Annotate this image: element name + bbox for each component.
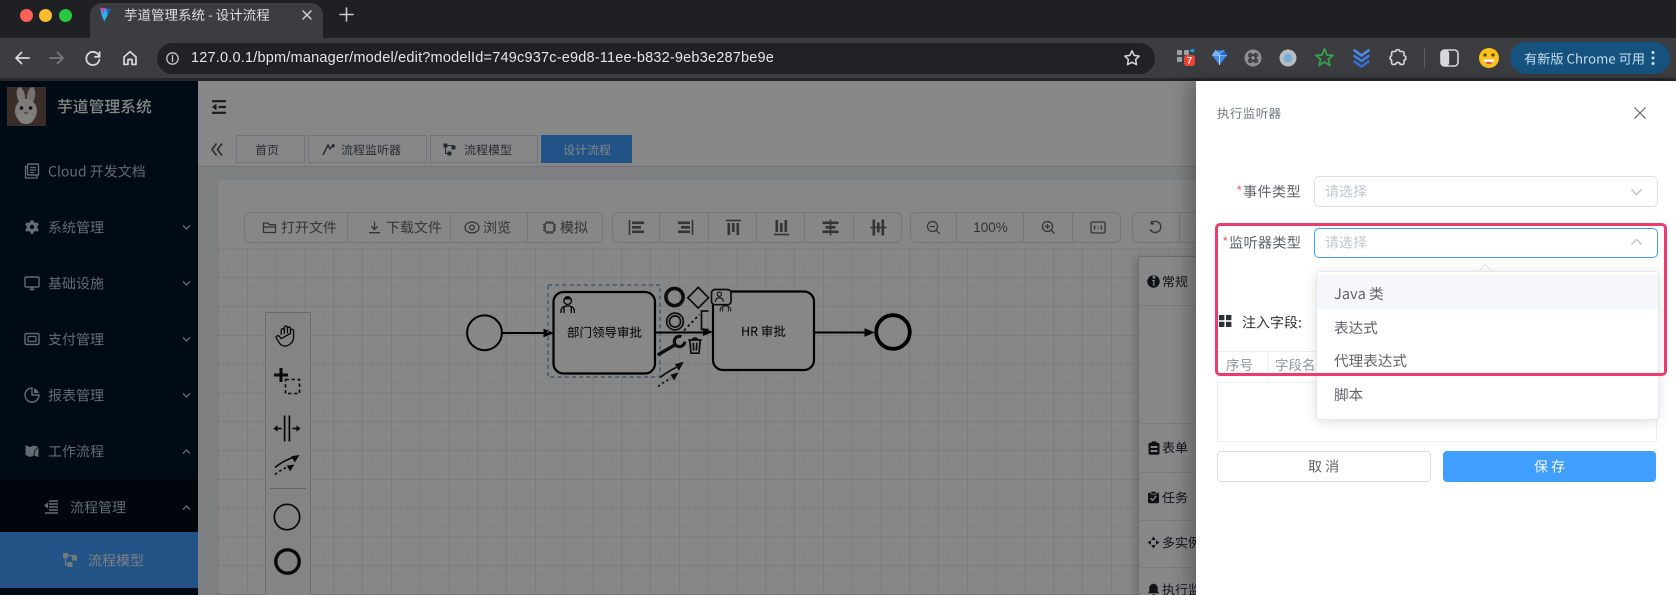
svg-text:7: 7 <box>1187 56 1192 66</box>
